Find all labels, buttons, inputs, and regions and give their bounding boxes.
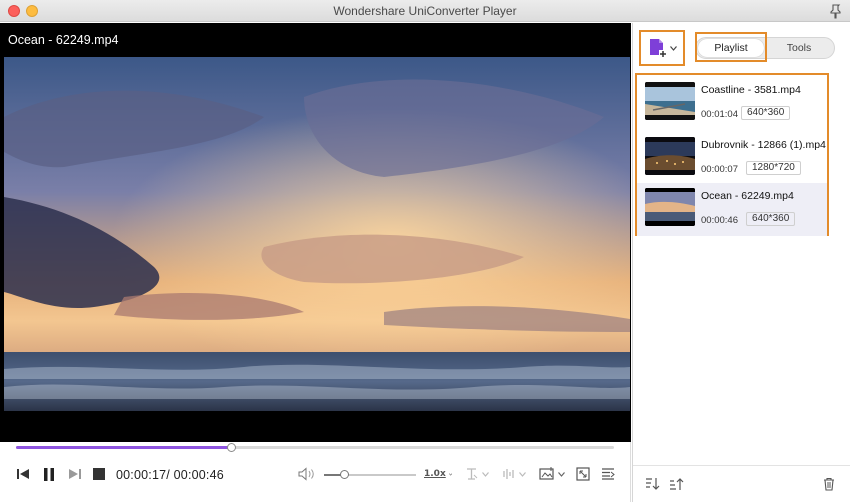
now-playing-title: Ocean - 62249.mp4 (8, 33, 119, 47)
volume-slider[interactable] (324, 470, 416, 479)
list-icon (602, 468, 615, 480)
total-time: 00:00:46 (173, 468, 224, 482)
pause-icon (44, 467, 54, 481)
next-icon (69, 469, 81, 479)
chevron-down-icon (482, 471, 489, 477)
playlist-item-resolution: 1280*720 (746, 161, 801, 175)
pin-icon[interactable] (828, 3, 844, 19)
playlist-item-resolution: 640*360 (746, 212, 796, 226)
playlist-tab-highlight (695, 32, 767, 62)
video-thumbnail (645, 188, 695, 226)
add-file-icon (649, 39, 667, 58)
fullscreen-button[interactable] (575, 466, 591, 482)
window-title: Wondershare UniConverter Player (333, 4, 517, 18)
video-frame[interactable] (4, 57, 630, 411)
playlist-item-resolution: 640*360 (741, 106, 791, 120)
volume-slider-handle[interactable] (340, 470, 350, 479)
time-display: 00:00:17/ 00:00:46 (116, 468, 224, 482)
playlist-item-name: Dubrovnik - 12866 (1).mp4 (701, 139, 826, 151)
playlist-item-name: Coastline - 3581.mp4 (701, 84, 801, 96)
time-separator: / (166, 468, 170, 482)
playlist-item-duration: 00:00:07 (701, 164, 738, 175)
audio-track-button[interactable] (499, 466, 527, 482)
stop-icon (93, 468, 105, 480)
side-panel: Playlist Tools Coastline - 3581.mp4 00:0… (632, 23, 850, 502)
seek-bar[interactable] (16, 443, 614, 452)
sort-ascending-button[interactable] (669, 476, 685, 492)
chevron-down-icon (669, 45, 677, 51)
playlist: Coastline - 3581.mp4 00:01:04 640*360 Du… (635, 73, 829, 236)
playlist-item[interactable]: Coastline - 3581.mp4 00:01:04 640*360 (637, 77, 827, 130)
add-file-button[interactable] (639, 30, 685, 66)
title-bar: Wondershare UniConverter Player (0, 0, 850, 22)
video-thumbnail (645, 137, 695, 175)
playlist-toggle-button[interactable] (600, 466, 616, 482)
playlist-item-duration: 00:01:04 (701, 109, 738, 120)
sort-descending-button[interactable] (645, 476, 661, 492)
trash-icon (824, 477, 834, 491)
playlist-item-active[interactable]: Ocean - 62249.mp4 00:00:46 640*360 (637, 183, 827, 236)
fullscreen-icon (576, 467, 590, 481)
tab-tools[interactable]: Tools (766, 39, 832, 57)
previous-icon (17, 469, 29, 479)
video-player[interactable]: Ocean - 62249.mp4 (0, 23, 631, 442)
stop-button[interactable] (91, 466, 107, 482)
seek-bar-fill (16, 446, 232, 449)
current-time: 00:00:17 (116, 468, 167, 482)
speed-label: 1.0x (424, 469, 446, 479)
next-button[interactable] (66, 466, 84, 482)
playlist-item-name: Ocean - 62249.mp4 (701, 190, 794, 202)
speed-button[interactable]: 1.0x (424, 466, 452, 482)
screenshot-button[interactable] (537, 466, 567, 482)
delete-button[interactable] (821, 476, 837, 492)
playback-controls: 00:00:17/ 00:00:46 1.0x (0, 442, 631, 502)
pause-button[interactable] (40, 466, 58, 482)
playlist-toolbar (633, 465, 850, 502)
chevron-down-icon (448, 472, 452, 476)
playlist-item-duration: 00:00:46 (701, 215, 738, 226)
speaker-icon (298, 467, 314, 481)
audio-wave-icon (503, 469, 514, 479)
sort-down-icon (646, 478, 660, 490)
sort-up-icon (670, 478, 684, 490)
subtitle-button[interactable] (464, 466, 490, 482)
playlist-item[interactable]: Dubrovnik - 12866 (1).mp4 00:00:07 1280*… (637, 132, 827, 185)
volume-button[interactable] (297, 466, 317, 482)
video-thumbnail (645, 82, 695, 120)
previous-button[interactable] (14, 466, 32, 482)
chevron-down-icon (519, 471, 526, 477)
seek-bar-handle[interactable] (227, 443, 237, 452)
chevron-down-icon (558, 471, 565, 477)
subtitle-icon (467, 468, 478, 480)
image-capture-icon (539, 467, 554, 480)
